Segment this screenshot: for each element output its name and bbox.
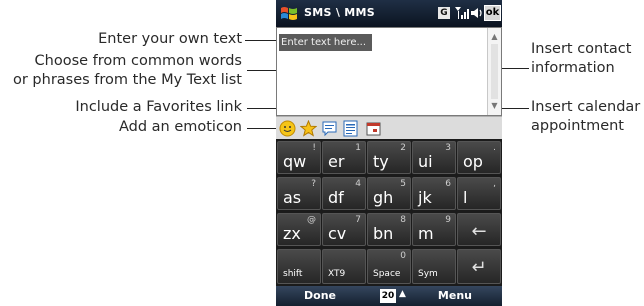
- enter-key[interactable]: ↵: [457, 249, 501, 284]
- title-bar: SMS \ MMS G ok: [276, 0, 502, 27]
- xt9-key[interactable]: XT9: [322, 249, 366, 284]
- phone-screen: SMS \ MMS G ok ▲ ▼: [276, 0, 502, 306]
- callout-calendar-line2: appointment: [531, 118, 624, 134]
- shift-key[interactable]: shift: [277, 249, 321, 284]
- calendar-icon[interactable]: [365, 120, 382, 137]
- favorites-star-icon[interactable]: [300, 120, 317, 137]
- enter-icon: ↵: [471, 257, 487, 278]
- key-qw[interactable]: ! qw: [277, 141, 321, 174]
- callout-favorites-link: Include a Favorites link: [75, 99, 242, 115]
- message-compose-area[interactable]: ▲ ▼: [276, 27, 502, 116]
- key-op[interactable]: . op: [457, 141, 501, 174]
- on-screen-keyboard: ! qw 1 er 2 ty 3 ui . op ? as 4 df 5 gh …: [276, 139, 502, 286]
- space-key[interactable]: 0 Space: [367, 249, 411, 284]
- callout-calendar: Insert calendar appointment: [531, 98, 640, 136]
- done-softkey[interactable]: Done: [304, 289, 336, 302]
- callout-contact-line1: Insert contact: [531, 41, 632, 57]
- key-gh[interactable]: 5 gh: [367, 177, 411, 210]
- key-df[interactable]: 4 df: [322, 177, 366, 210]
- ok-button[interactable]: ok: [484, 5, 501, 21]
- signal-strength-icon[interactable]: [454, 5, 470, 21]
- key-cv[interactable]: 7 cv: [322, 213, 366, 246]
- key-er[interactable]: 1 er: [322, 141, 366, 174]
- scroll-up-arrow-icon[interactable]: ▲: [488, 30, 501, 44]
- contact-card-icon[interactable]: [342, 120, 359, 137]
- window-title: SMS \ MMS: [304, 6, 375, 19]
- callout-enter-own-text: Enter your own text: [98, 31, 242, 47]
- sym-key[interactable]: Sym: [412, 249, 456, 284]
- scroll-track[interactable]: [491, 44, 498, 99]
- emoticon-icon[interactable]: [279, 120, 296, 137]
- insert-toolbar: [276, 116, 502, 139]
- callout-emoticon: Add an emoticon: [118, 119, 242, 135]
- input-selector-caret-icon[interactable]: ▲: [399, 289, 406, 299]
- windows-start-icon[interactable]: [280, 5, 298, 22]
- callout-contact: Insert contact information: [531, 40, 631, 78]
- callout-calendar-line1: Insert calendar: [531, 99, 641, 115]
- callout-my-text: Choose from common words or phrases from…: [13, 52, 242, 90]
- compose-scrollbar[interactable]: ▲ ▼: [487, 28, 501, 115]
- callout-my-text-line2: or phrases from the My Text list: [12, 72, 242, 88]
- key-as[interactable]: ? as: [277, 177, 321, 210]
- key-bn[interactable]: 8 bn: [367, 213, 411, 246]
- key-jk[interactable]: 6 jk: [412, 177, 456, 210]
- menu-softkey[interactable]: Menu: [438, 289, 472, 302]
- key-ty[interactable]: 2 ty: [367, 141, 411, 174]
- callout-contact-line2: information: [531, 60, 615, 76]
- my-text-icon[interactable]: [321, 120, 338, 137]
- key-ui[interactable]: 3 ui: [412, 141, 456, 174]
- gprs-network-icon: G: [438, 7, 450, 19]
- key-zx[interactable]: @ zx: [277, 213, 321, 246]
- callout-my-text-line1: Choose from common words: [34, 53, 242, 69]
- softkey-bar: Done 20 ▲ Menu: [276, 286, 502, 306]
- key-l[interactable]: , l: [457, 177, 501, 210]
- backspace-icon: ←: [471, 221, 487, 242]
- key-m[interactable]: 9 m: [412, 213, 456, 246]
- backspace-key[interactable]: ←: [457, 213, 501, 246]
- character-count-badge: 20: [380, 289, 396, 303]
- volume-icon[interactable]: [470, 6, 484, 20]
- message-text-input[interactable]: [279, 34, 372, 51]
- scroll-down-arrow-icon[interactable]: ▼: [488, 99, 501, 113]
